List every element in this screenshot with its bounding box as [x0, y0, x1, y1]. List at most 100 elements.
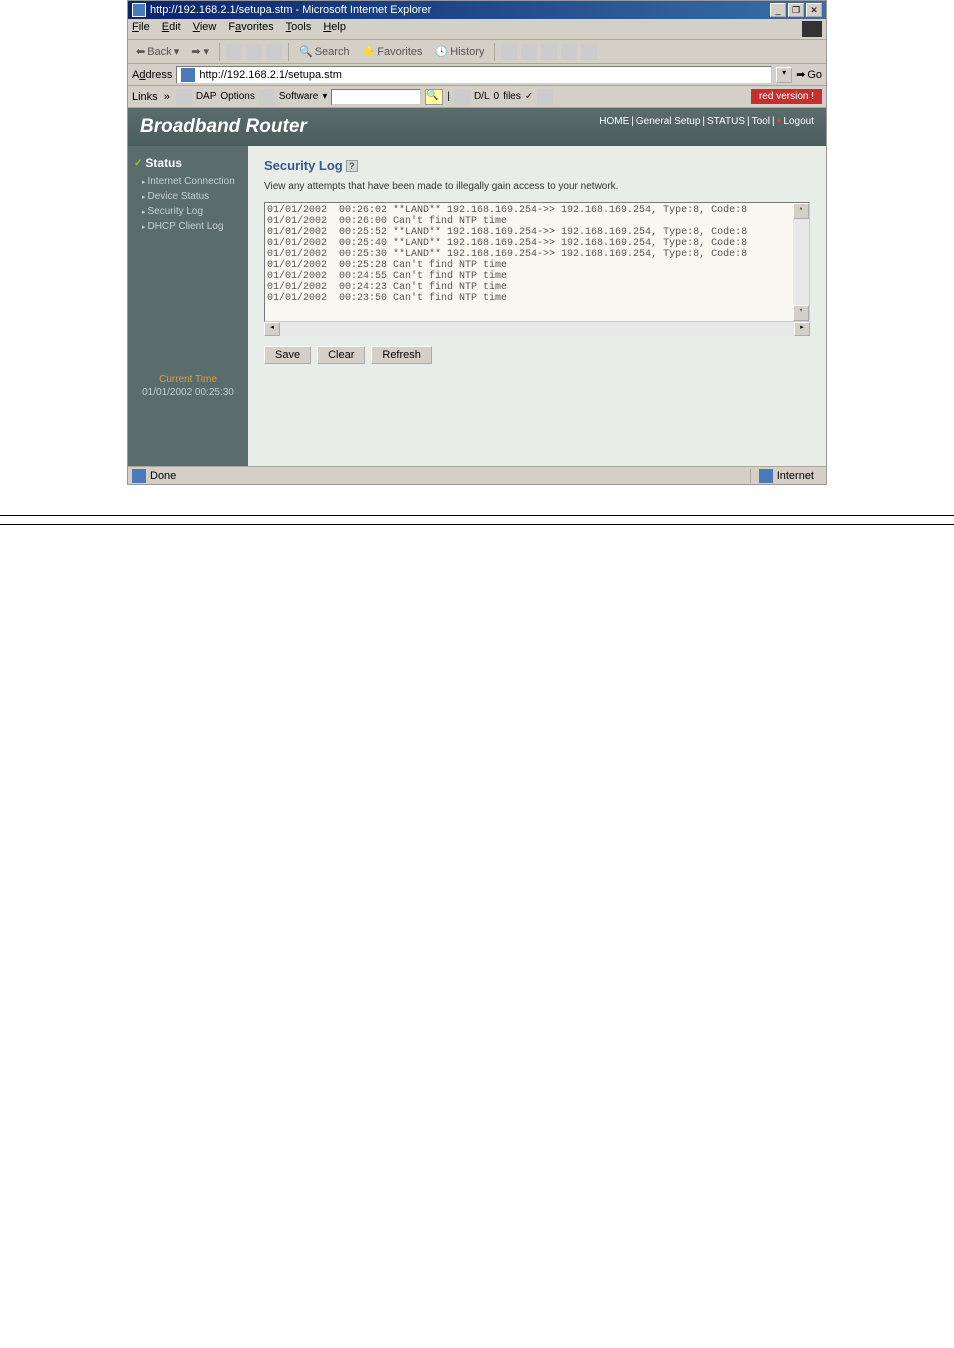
toolbar: ⬅Back ▾ ➡ ▾ 🔍Search ⭐Favorites 🕓History	[128, 40, 826, 64]
options-link[interactable]: Options	[220, 91, 254, 102]
address-input[interactable]: http://192.168.2.1/setupa.stm	[176, 66, 772, 84]
tool-icon[interactable]	[537, 89, 553, 105]
menu-help[interactable]: Help	[323, 21, 346, 37]
search-button[interactable]: 🔍Search	[295, 43, 354, 60]
status-done: Done	[150, 470, 176, 482]
menu-file[interactable]: File	[132, 21, 150, 37]
dap-search-button[interactable]: 🔍	[425, 89, 443, 105]
help-icon[interactable]: ?	[346, 160, 358, 172]
scroll-track[interactable]	[793, 219, 809, 305]
sidebar-header: ✓ Status	[134, 156, 242, 170]
page-heading: Security Log	[264, 158, 343, 173]
sidebar-item-internet[interactable]: Internet Connection	[134, 174, 242, 189]
internet-zone-icon	[759, 469, 773, 483]
log-content: 01/01/2002 00:26:02 **LAND** 192.168.169…	[267, 205, 747, 304]
back-button[interactable]: ⬅Back ▾	[132, 43, 183, 60]
sidebar-item-dhcp[interactable]: DHCP Client Log	[134, 219, 242, 234]
logout-dot-icon: ●	[777, 116, 782, 127]
content-title: Security Log ?	[264, 158, 810, 173]
files-label: files	[503, 91, 521, 102]
software-label[interactable]: Software	[279, 91, 318, 102]
menu-view[interactable]: View	[193, 21, 217, 37]
software-icon	[259, 89, 275, 105]
edit-icon[interactable]	[541, 44, 557, 60]
close-button[interactable]: ✕	[806, 3, 822, 17]
nav-logout[interactable]: Logout	[783, 116, 814, 127]
security-log-textarea[interactable]: 01/01/2002 00:26:02 **LAND** 192.168.169…	[264, 202, 810, 322]
address-dropdown[interactable]: ▾	[776, 67, 792, 83]
current-time-label: Current Time	[134, 374, 242, 385]
router-title: Broadband Router	[140, 116, 307, 138]
links-label: Links	[132, 91, 158, 103]
menu-edit[interactable]: Edit	[162, 21, 181, 37]
h-scroll-track[interactable]	[280, 322, 794, 336]
dap-search-input[interactable]	[331, 89, 421, 105]
links-bar: Links » DAP Options Software ▾ 🔍 | D/L 0…	[128, 86, 826, 108]
favorites-button[interactable]: ⭐Favorites	[358, 43, 427, 60]
checkmark-icon[interactable]: ✓	[525, 91, 533, 102]
address-label: Address	[132, 69, 172, 81]
title-bar: http://192.168.2.1/setupa.stm - Microsof…	[128, 1, 826, 19]
ie-icon	[132, 3, 146, 17]
scroll-down-button[interactable]: ▾	[793, 305, 809, 321]
window-title: http://192.168.2.1/setupa.stm - Microsof…	[150, 4, 431, 16]
dl-label[interactable]: D/L	[474, 91, 490, 102]
refresh-button[interactable]: Refresh	[371, 346, 432, 364]
print-icon[interactable]	[521, 44, 537, 60]
save-button[interactable]: Save	[264, 346, 311, 364]
scroll-right-button[interactable]: ▸	[794, 322, 810, 336]
red-version-banner: red version !	[751, 89, 822, 104]
separator-lines	[0, 515, 954, 525]
dl-icon	[454, 89, 470, 105]
address-url: http://192.168.2.1/setupa.stm	[199, 69, 341, 81]
sidebar-item-device[interactable]: Device Status	[134, 189, 242, 204]
check-icon: ✓	[134, 158, 142, 169]
current-time-box: Current Time 01/01/2002 00:25:30	[134, 374, 242, 398]
sidebar-title: Status	[145, 156, 182, 170]
address-bar: Address http://192.168.2.1/setupa.stm ▾ …	[128, 64, 826, 86]
button-row: Save Clear Refresh	[264, 346, 810, 364]
dap-icon[interactable]	[176, 89, 192, 105]
current-time-value: 01/01/2002 00:25:30	[134, 387, 242, 398]
status-bar: Done Internet	[128, 466, 826, 484]
status-zone: Internet	[750, 469, 822, 483]
stop-icon[interactable]	[226, 44, 242, 60]
scroll-up-button[interactable]: ▴	[793, 203, 809, 219]
dl-separator: |	[447, 91, 450, 102]
menu-bar: File Edit View Favorites Tools Help	[128, 19, 826, 40]
menu-tools[interactable]: Tools	[286, 21, 312, 37]
main-content: Security Log ? View any attempts that ha…	[248, 146, 826, 466]
router-header: Broadband Router HOME | General Setup | …	[128, 108, 826, 146]
software-dropdown[interactable]: ▾	[322, 91, 327, 102]
page-icon	[181, 68, 195, 82]
history-button[interactable]: 🕓History	[431, 43, 489, 60]
mail-icon[interactable]	[501, 44, 517, 60]
go-button[interactable]: ➡Go	[796, 68, 822, 81]
files-count: 0	[494, 91, 500, 102]
sidebar-item-security[interactable]: Security Log	[134, 204, 242, 219]
scroll-left-button[interactable]: ◂	[264, 322, 280, 336]
menu-favorites[interactable]: Favorites	[228, 21, 273, 37]
minimize-button[interactable]: _	[770, 3, 786, 17]
vertical-scrollbar[interactable]: ▴ ▾	[793, 203, 809, 321]
messenger-icon[interactable]	[581, 44, 597, 60]
forward-button[interactable]: ➡ ▾	[187, 43, 213, 60]
restore-button[interactable]: ❐	[788, 3, 804, 17]
dap-label: DAP	[196, 91, 217, 102]
home-icon[interactable]	[266, 44, 282, 60]
discuss-icon[interactable]	[561, 44, 577, 60]
clear-button[interactable]: Clear	[317, 346, 365, 364]
links-dropdown[interactable]: »	[164, 91, 170, 103]
nav-tool[interactable]: Tool	[752, 116, 770, 127]
nav-status[interactable]: STATUS	[707, 116, 745, 127]
horizontal-scrollbar[interactable]: ◂ ▸	[264, 322, 810, 336]
status-internet: Internet	[777, 470, 814, 482]
refresh-icon[interactable]	[246, 44, 262, 60]
sidebar: ✓ Status Internet Connection Device Stat…	[128, 146, 248, 466]
nav-home[interactable]: HOME	[599, 116, 629, 127]
router-page: Broadband Router HOME | General Setup | …	[128, 108, 826, 466]
router-nav: HOME | General Setup | STATUS | Tool | ●…	[599, 116, 814, 127]
nav-general[interactable]: General Setup	[636, 116, 701, 127]
ie-logo-icon	[802, 21, 822, 37]
content-description: View any attempts that have been made to…	[264, 181, 810, 192]
